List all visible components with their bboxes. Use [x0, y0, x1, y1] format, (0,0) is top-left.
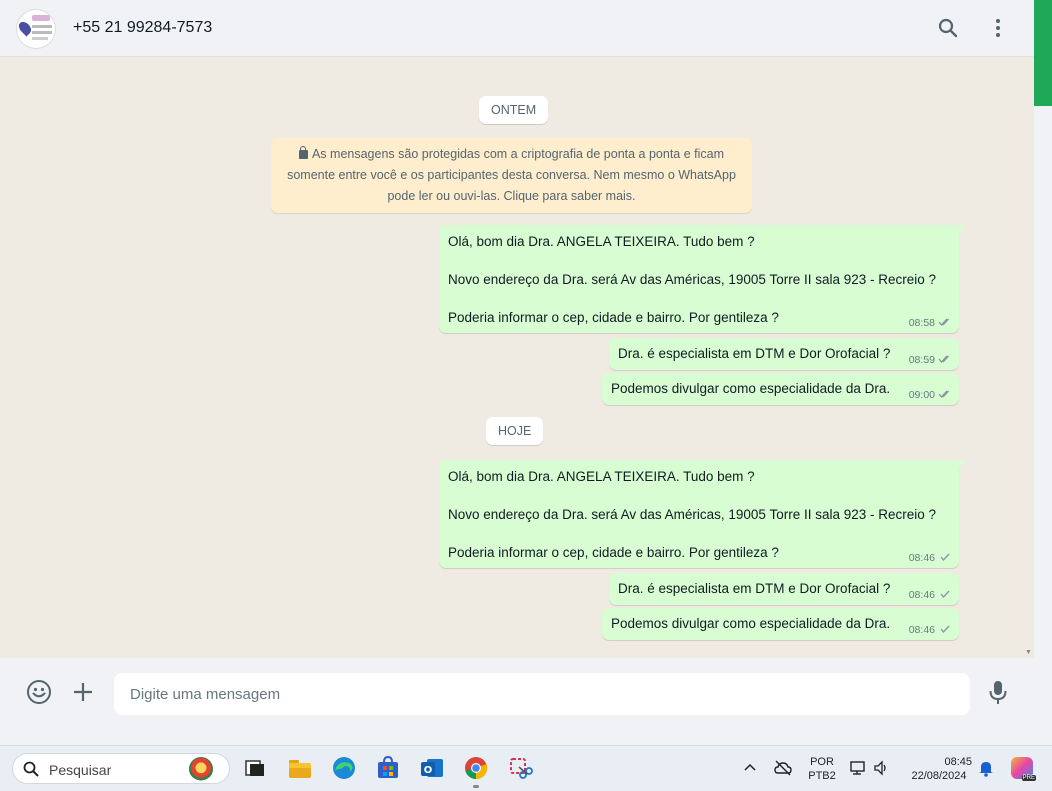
- message-text: Dra. é especialista em DTM e Dor Orofaci…: [618, 581, 891, 596]
- tray-chevron-up-icon[interactable]: [744, 761, 756, 779]
- snipping-tool-icon[interactable]: [507, 755, 533, 781]
- copilot-badge: PRE: [1021, 775, 1036, 781]
- composer-bar: [0, 658, 1034, 725]
- message-meta: 08:58: [909, 317, 952, 329]
- message-bubble[interactable]: Dra. é especialista em DTM e Dor Orofaci…: [609, 573, 959, 605]
- message-text: Podemos divulgar como especialidade da D…: [611, 381, 891, 396]
- search-label: Pesquisar: [49, 762, 112, 778]
- message-text: Poderia informar o cep, cidade e bairro.…: [448, 545, 779, 560]
- contact-name[interactable]: +55 21 99284-7573: [73, 19, 212, 37]
- date-divider-today: HOJE: [486, 417, 544, 445]
- outlook-icon[interactable]: O: [419, 755, 445, 781]
- contact-avatar[interactable]: [16, 9, 56, 49]
- windows-taskbar: Pesquisar O POR PTB2 08:45 22/08/2024 PR…: [0, 745, 1052, 791]
- side-panel-edge: [1034, 0, 1052, 745]
- message-input[interactable]: [114, 673, 970, 715]
- message-bubble[interactable]: Dra. é especialista em DTM e Dor Orofaci…: [609, 338, 959, 370]
- message-meta: 08:59: [909, 354, 952, 366]
- search-icon[interactable]: [936, 16, 960, 40]
- attach-plus-icon[interactable]: [70, 679, 96, 705]
- message-meta: 08:46: [909, 624, 952, 636]
- chat-scrollbar[interactable]: ▼: [1022, 57, 1034, 658]
- message-text: Novo endereço da Dra. será Av das Améric…: [448, 507, 937, 522]
- emoji-icon[interactable]: [26, 679, 52, 705]
- single-check-icon: [938, 553, 952, 561]
- volume-icon[interactable]: [873, 760, 889, 781]
- copilot-icon[interactable]: PRE: [1011, 757, 1036, 781]
- edge-browser-icon[interactable]: [331, 755, 357, 781]
- chrome-icon[interactable]: [463, 755, 489, 781]
- message-text: Olá, bom dia Dra. ANGELA TEIXEIRA. Tudo …: [448, 234, 755, 249]
- cloud-offline-icon[interactable]: [774, 760, 792, 781]
- message-list[interactable]: ONTEM As mensagens são protegidas com a …: [0, 57, 1034, 658]
- window-bottom-border: [0, 725, 1034, 745]
- notification-bell-icon[interactable]: [978, 759, 994, 782]
- message-text: Novo endereço da Dra. será Av das Améric…: [448, 272, 937, 287]
- message-meta: 09:00: [909, 389, 952, 401]
- taskbar-search[interactable]: Pesquisar: [12, 753, 230, 784]
- message-bubble[interactable]: Podemos divulgar como especialidade da D…: [602, 373, 959, 405]
- message-bubble[interactable]: Podemos divulgar como especialidade da D…: [602, 608, 959, 640]
- message-bubble[interactable]: Olá, bom dia Dra. ANGELA TEIXEIRA. Tudo …: [439, 460, 966, 568]
- double-check-icon: [938, 355, 952, 363]
- svg-text:O: O: [424, 765, 433, 776]
- date-divider-yesterday: ONTEM: [479, 96, 549, 124]
- accent-bar: [1034, 0, 1052, 106]
- network-icon[interactable]: [850, 760, 868, 781]
- search-icon: [23, 761, 39, 782]
- lock-icon: [298, 146, 308, 159]
- whatsapp-window: +55 21 99284-7573 ONTEM As mensagens são…: [0, 0, 1034, 745]
- clock[interactable]: 08:45 22/08/2024: [900, 755, 978, 783]
- running-indicator: [473, 785, 479, 788]
- single-check-icon: [938, 590, 952, 598]
- input-language[interactable]: POR PTB2: [803, 755, 841, 783]
- microsoft-store-icon[interactable]: [375, 755, 401, 781]
- task-view-icon[interactable]: [242, 755, 268, 781]
- double-check-icon: [938, 318, 952, 326]
- search-highlight-icon: [189, 757, 213, 781]
- kebab-menu-icon[interactable]: [986, 16, 1010, 40]
- chat-header: +55 21 99284-7573: [0, 0, 1034, 57]
- message-text: Podemos divulgar como especialidade da D…: [611, 616, 891, 631]
- single-check-icon: [938, 625, 952, 633]
- microphone-icon[interactable]: [985, 679, 1011, 705]
- double-check-icon: [938, 390, 952, 398]
- encryption-notice[interactable]: As mensagens são protegidas com a cripto…: [271, 138, 752, 213]
- message-meta: 08:46: [909, 552, 952, 564]
- message-text: Dra. é especialista em DTM e Dor Orofaci…: [618, 346, 891, 361]
- message-text: Olá, bom dia Dra. ANGELA TEIXEIRA. Tudo …: [448, 469, 755, 484]
- message-bubble[interactable]: Olá, bom dia Dra. ANGELA TEIXEIRA. Tudo …: [439, 225, 966, 333]
- file-explorer-icon[interactable]: [287, 755, 313, 781]
- message-meta: 08:46: [909, 589, 952, 601]
- message-text: Poderia informar o cep, cidade e bairro.…: [448, 310, 779, 325]
